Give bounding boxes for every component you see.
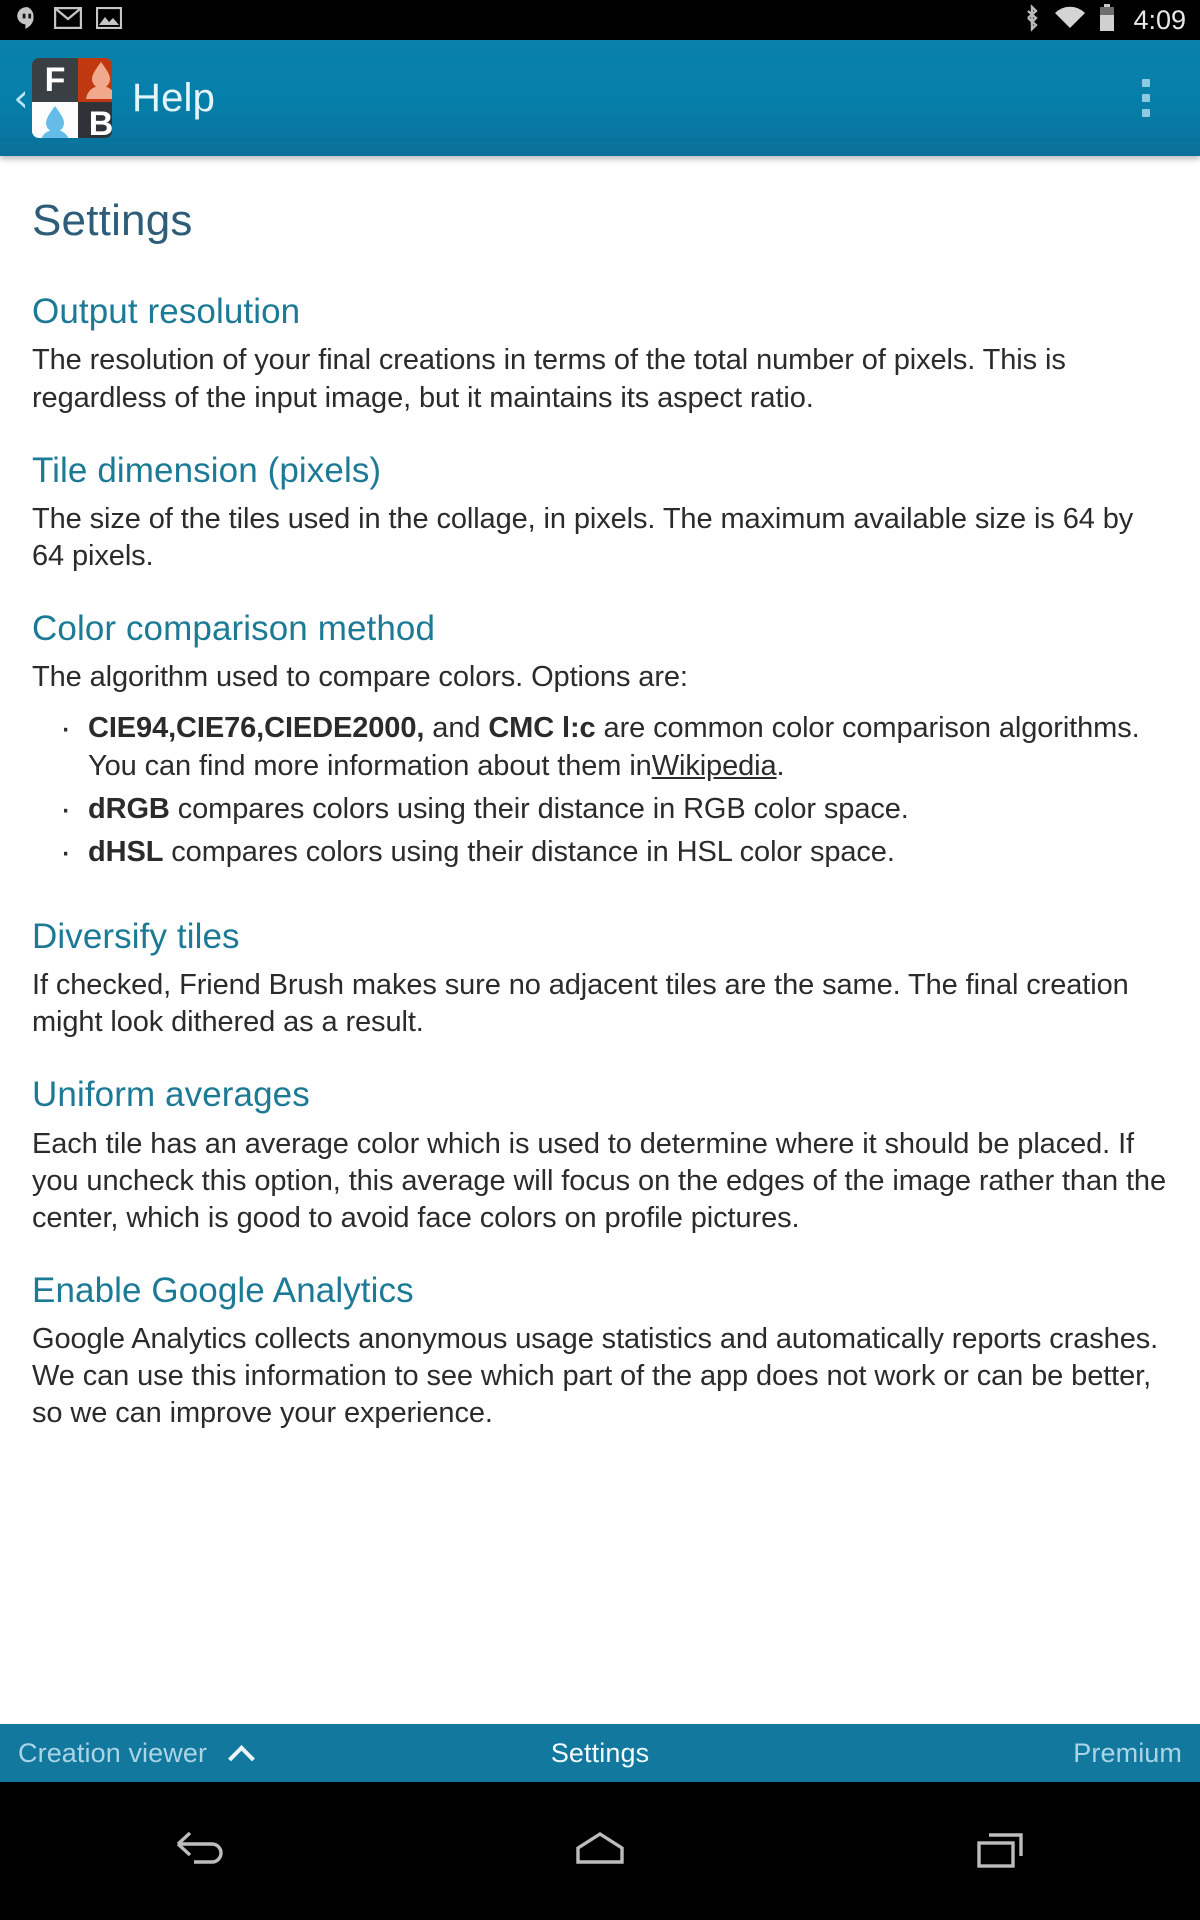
app-bar-title: Help	[132, 75, 216, 120]
chevron-up-icon[interactable]	[229, 1740, 255, 1766]
section-uniform-averages: Uniform averages Each tile has an averag…	[32, 1075, 1170, 1237]
option-name-secondary: CMC l:c	[488, 712, 596, 745]
logo-quadrant-blue-person	[32, 102, 78, 138]
section-heading: Color comparison method	[32, 609, 436, 649]
option-desc-end: .	[776, 749, 785, 782]
hangouts-icon	[14, 5, 40, 36]
logo-quadrant-orange-person	[78, 58, 112, 102]
tab-settings-label: Settings	[550, 1737, 650, 1768]
color-options-list: CIE94,CIE76,CIEDE2000, and CMC l:c are c…	[32, 707, 1170, 875]
option-name: dHSL	[88, 835, 164, 868]
section-body: Google Analytics collects anonymous usag…	[32, 1323, 1159, 1430]
wifi-icon	[1053, 5, 1087, 36]
section-body: Each tile has an average color which is …	[32, 1127, 1166, 1234]
back-icon	[176, 1831, 223, 1864]
status-notification-icons	[14, 5, 123, 36]
app-bar: ‹ F B Help	[0, 40, 1200, 156]
section-color-comparison-method: Color comparison method The algorithm us…	[32, 609, 1170, 875]
section-enable-google-analytics: Enable Google Analytics Google Analytics…	[32, 1271, 1170, 1433]
overflow-dot	[1142, 109, 1150, 117]
section-body: The size of the tiles used in the collag…	[32, 502, 1134, 573]
section-heading: Enable Google Analytics	[32, 1270, 414, 1310]
status-system-icons: 4:09	[1023, 3, 1186, 37]
status-clock: 4:09	[1133, 4, 1186, 35]
logo-quadrant-b: B	[78, 102, 112, 138]
nav-back-button[interactable]	[130, 1782, 270, 1920]
section-heading: Diversify tiles	[32, 916, 240, 956]
logo-quadrant-f: F	[32, 58, 78, 102]
nav-recents-button[interactable]	[930, 1782, 1070, 1920]
option-mid: and	[424, 712, 489, 745]
section-tile-dimension: Tile dimension (pixels) The size of the …	[32, 451, 1170, 575]
page-title: Settings	[32, 196, 193, 245]
list-item: dHSL compares colors using their distanc…	[50, 831, 1170, 875]
list-item: dRGB compares colors using their distanc…	[50, 788, 1170, 832]
section-heading: Output resolution	[32, 292, 301, 332]
option-desc: compares colors using their distance in …	[169, 792, 909, 825]
logo-letter-f: F	[44, 61, 66, 99]
overflow-dot	[1142, 79, 1150, 87]
option-name: CIE94,CIE76,CIEDE2000,	[88, 712, 425, 745]
gmail-icon	[53, 6, 83, 34]
device-screen: 4:09 ‹ F B Help Settings Output resoluti…	[0, 0, 1200, 1920]
bluetooth-icon	[1023, 3, 1041, 37]
battery-icon	[1099, 3, 1115, 37]
tab-premium[interactable]: Premium	[1073, 1738, 1182, 1769]
help-content-scroll[interactable]: Settings Output resolution The resolutio…	[0, 156, 1200, 1782]
android-nav-bar	[0, 1782, 1200, 1920]
section-heading: Tile dimension (pixels)	[32, 450, 382, 490]
recents-icon	[977, 1833, 1023, 1868]
section-body: The algorithm used to compare colors. Op…	[32, 661, 688, 694]
section-diversify-tiles: Diversify tiles If checked, Friend Brush…	[32, 917, 1170, 1041]
tab-creation-viewer[interactable]: Creation viewer	[18, 1738, 255, 1769]
section-body: The resolution of your final creations i…	[32, 344, 1066, 414]
section-heading: Uniform averages	[32, 1075, 310, 1115]
list-item: CIE94,CIE76,CIEDE2000, and CMC l:c are c…	[50, 707, 1170, 784]
option-name: dRGB	[88, 792, 170, 825]
bottom-tab-bar: Creation viewer Settings Premium	[0, 1724, 1200, 1782]
person-silhouette-icon	[86, 62, 112, 99]
nav-home-button[interactable]	[530, 1782, 670, 1920]
wikipedia-link[interactable]: Wikipedia	[652, 750, 777, 782]
overflow-menu-button[interactable]	[1116, 58, 1176, 138]
option-desc: compares colors using their distance in …	[163, 835, 895, 868]
overflow-dot	[1142, 94, 1150, 102]
tab-creation-viewer-label: Creation viewer	[18, 1737, 208, 1768]
tab-premium-label: Premium	[1073, 1737, 1182, 1768]
person-silhouette-icon	[41, 106, 69, 138]
section-body: If checked, Friend Brush makes sure no a…	[32, 969, 1129, 1039]
section-output-resolution: Output resolution The resolution of your…	[32, 292, 1170, 416]
logo-letter-b: B	[88, 105, 112, 138]
app-logo-icon[interactable]: F B	[32, 58, 112, 138]
home-icon	[576, 1831, 624, 1864]
android-status-bar: 4:09	[0, 0, 1200, 40]
photo-icon	[95, 6, 123, 34]
